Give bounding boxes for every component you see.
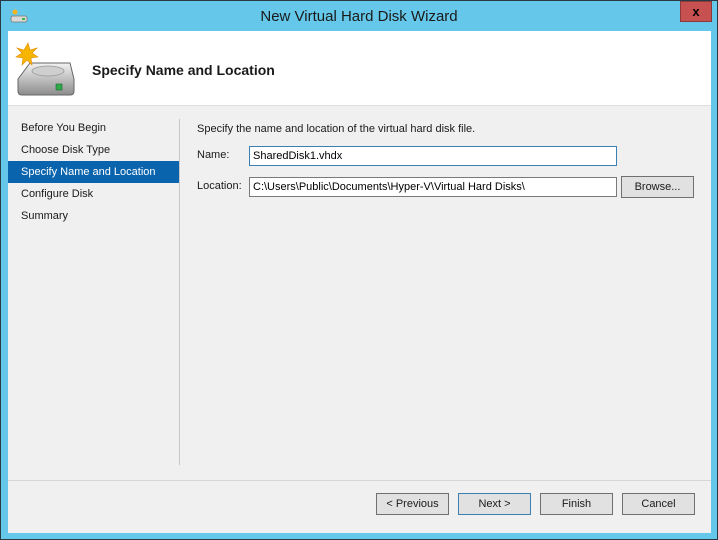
name-input[interactable] xyxy=(249,146,617,166)
step-specify-name-and-location[interactable]: Specify Name and Location xyxy=(8,161,179,183)
previous-button[interactable]: < Previous xyxy=(376,493,449,515)
step-configure-disk[interactable]: Configure Disk xyxy=(8,183,179,205)
hard-disk-new-icon xyxy=(15,42,75,96)
wizard-window: New Virtual Hard Disk Wizard x Specify N… xyxy=(0,0,718,540)
wizard-header: Specify Name and Location xyxy=(8,31,711,106)
wizard-client-area: Specify Name and Location Before You Beg… xyxy=(8,31,711,533)
browse-button[interactable]: Browse... xyxy=(621,176,694,198)
page-title: Specify Name and Location xyxy=(92,62,275,78)
wizard-steps-nav: Before You Begin Choose Disk Type Specif… xyxy=(8,117,179,227)
cancel-button[interactable]: Cancel xyxy=(622,493,695,515)
location-input[interactable] xyxy=(249,177,617,197)
close-button[interactable]: x xyxy=(680,1,712,22)
finish-button[interactable]: Finish xyxy=(540,493,613,515)
instructions-text: Specify the name and location of the vir… xyxy=(197,123,476,135)
next-button[interactable]: Next > xyxy=(458,493,531,515)
step-summary[interactable]: Summary xyxy=(8,205,179,227)
footer-divider xyxy=(8,480,711,481)
title-bar[interactable]: New Virtual Hard Disk Wizard x xyxy=(1,1,717,31)
vertical-divider xyxy=(179,119,180,465)
close-icon: x xyxy=(692,4,700,19)
window-title: New Virtual Hard Disk Wizard xyxy=(260,8,458,25)
step-choose-disk-type[interactable]: Choose Disk Type xyxy=(8,139,179,161)
name-label: Name: xyxy=(197,149,230,161)
location-label: Location: xyxy=(197,180,242,192)
step-before-you-begin[interactable]: Before You Begin xyxy=(8,117,179,139)
